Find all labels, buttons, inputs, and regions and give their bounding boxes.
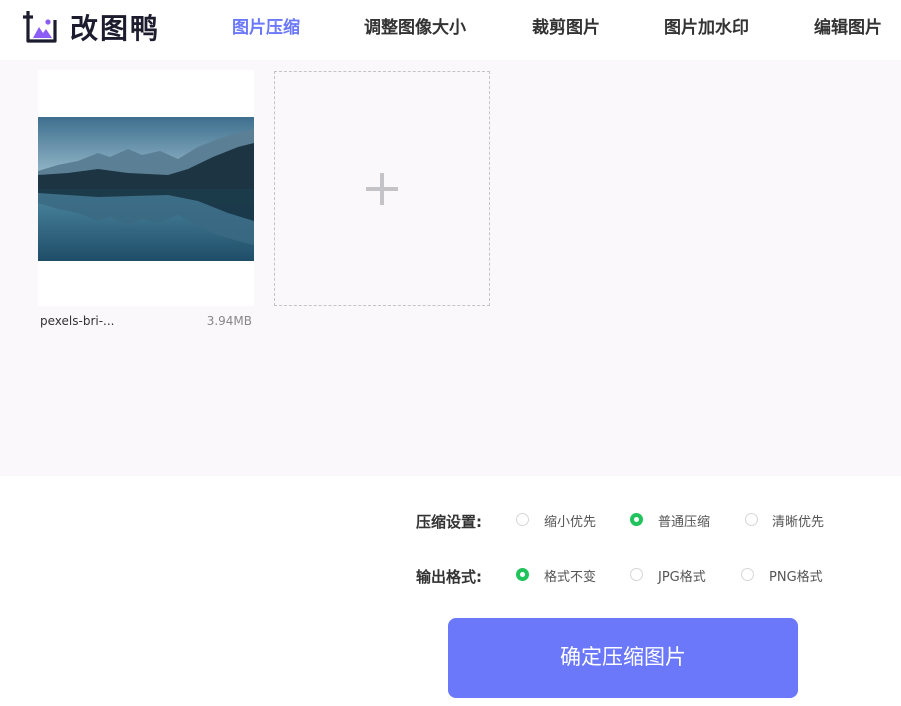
radio-clarity-priority[interactable]	[745, 513, 758, 526]
radio-png-format[interactable]	[741, 568, 754, 581]
file-name: pexels-bri-...	[40, 314, 115, 328]
image-thumbnail	[38, 117, 254, 261]
radio-label-shrink-priority[interactable]: 缩小优先	[544, 511, 596, 530]
top-header: 改图鸭 图片压缩 调整图像大小 裁剪图片 图片加水印 编辑图片	[0, 0, 901, 60]
nav-watermark-image[interactable]: 图片加水印	[664, 16, 749, 40]
nav-image-compress[interactable]: 图片压缩	[232, 16, 300, 40]
nav-edit-image[interactable]: 编辑图片	[814, 16, 882, 40]
logo[interactable]: 改图鸭	[22, 7, 160, 47]
radio-jpg-format[interactable]	[630, 568, 643, 581]
nav-resize-image[interactable]: 调整图像大小	[364, 16, 466, 40]
radio-label-jpg-format[interactable]: JPG格式	[658, 566, 706, 585]
logo-text: 改图鸭	[70, 12, 161, 45]
radio-label-clarity-priority[interactable]: 清晰优先	[772, 511, 824, 530]
add-image-button[interactable]	[274, 71, 490, 306]
confirm-compress-button[interactable]: 确定压缩图片	[448, 618, 798, 698]
radio-normal-compress[interactable]	[630, 513, 643, 526]
nav-crop-image[interactable]: 裁剪图片	[532, 16, 600, 40]
file-size: 3.94MB	[206, 314, 252, 328]
plus-icon	[366, 173, 398, 205]
radio-label-keep-format[interactable]: 格式不变	[544, 566, 596, 585]
radio-label-normal-compress[interactable]: 普通压缩	[658, 511, 710, 530]
radio-shrink-priority[interactable]	[516, 513, 529, 526]
compress-setting-label: 压缩设置:	[416, 513, 482, 531]
radio-keep-format[interactable]	[516, 568, 529, 581]
radio-label-png-format[interactable]: PNG格式	[769, 566, 823, 585]
output-format-label: 输出格式:	[416, 568, 482, 586]
logo-icon	[23, 11, 57, 43]
uploaded-image-card[interactable]	[38, 70, 254, 306]
